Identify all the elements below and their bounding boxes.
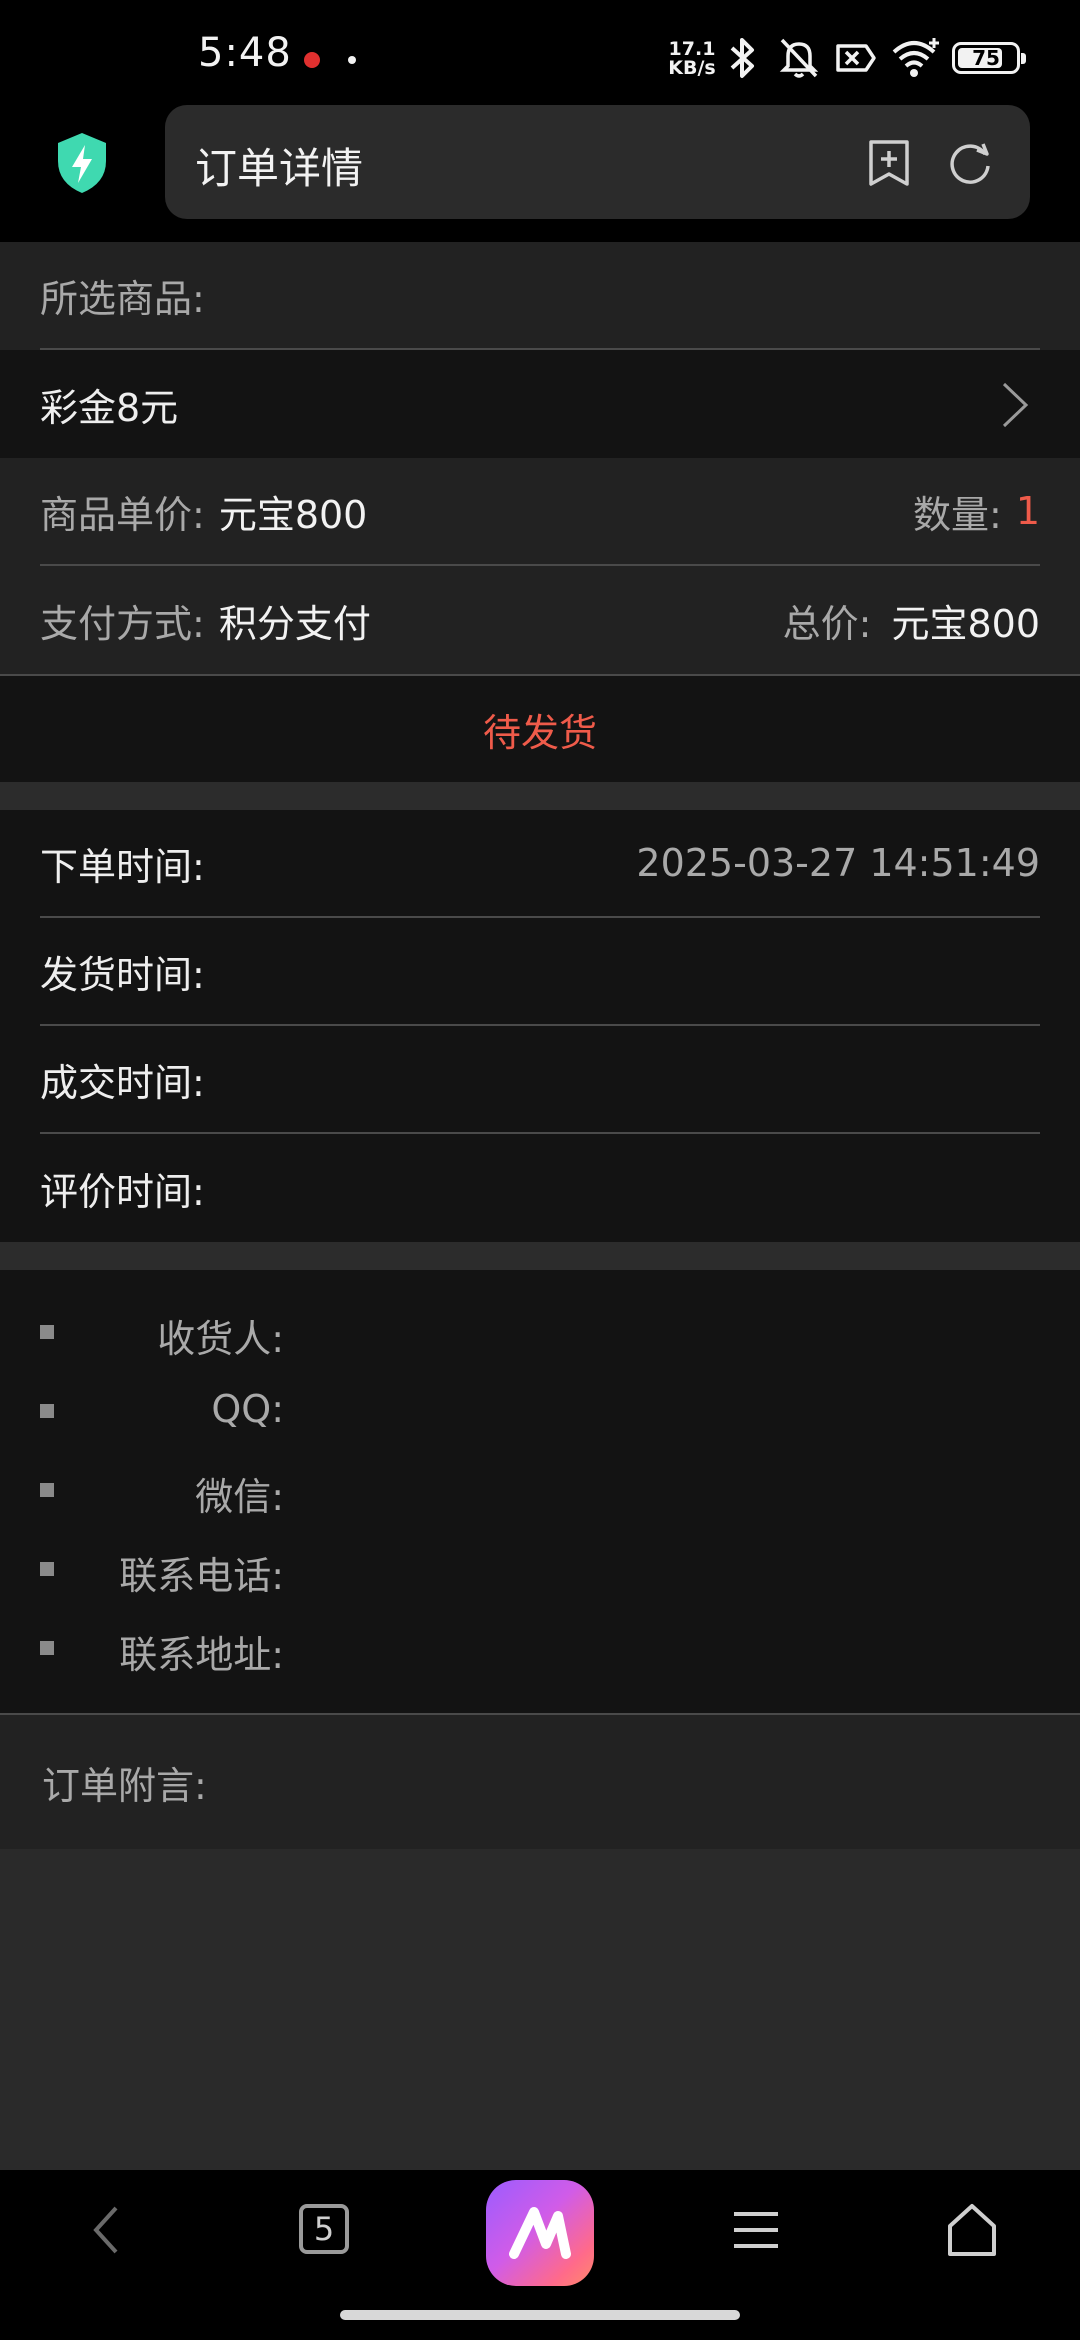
address-label: 联系地址: (119, 1633, 284, 1677)
page-title[interactable]: 订单详情 (195, 135, 363, 196)
selected-product-label: 所选商品: (40, 276, 205, 321)
chevron-right-icon[interactable] (1000, 382, 1030, 428)
home-icon[interactable] (946, 2200, 998, 2260)
status-time: 5:48 (198, 30, 292, 76)
product-section: 所选商品: (0, 242, 1080, 350)
list-item: QQ: (0, 1377, 1080, 1456)
total-group: 总价: 元宝800 (783, 566, 1040, 674)
bluetooth-icon (730, 38, 754, 78)
product-name[interactable]: 彩金8元 (40, 377, 178, 432)
notification-dot-icon (348, 56, 356, 64)
address-bar[interactable]: 订单详情 (165, 105, 1030, 219)
ship-time-label: 发货时间: (40, 952, 205, 997)
screen-record-icon (304, 52, 320, 68)
menu-icon[interactable] (730, 2200, 782, 2260)
order-time-label: 下单时间: (40, 844, 205, 889)
deal-time-label: 成交时间: (40, 1060, 205, 1105)
list-item: 微信: (0, 1456, 1080, 1535)
price-quantity-row: 商品单价: 元宝800 数量: 1 (40, 458, 1040, 566)
order-time-value: 2025-03-27 14:51:49 (636, 841, 1040, 885)
deal-time-row: 成交时间: (40, 1026, 1040, 1134)
receiver-label: 收货人: (157, 1317, 284, 1361)
quantity-label: 数量: (913, 492, 1002, 537)
qq-label: QQ: (211, 1387, 284, 1431)
phone-label: 联系电话: (119, 1554, 284, 1598)
security-shield-icon[interactable] (54, 131, 110, 195)
bullet-icon (40, 1562, 54, 1576)
tabs-button[interactable]: 5 (299, 2204, 349, 2254)
review-time-row: 评价时间: (40, 1134, 1040, 1242)
bullet-icon (40, 1483, 54, 1497)
pricing-section: 商品单价: 元宝800 数量: 1 支付方式: 积分支付 总价: 元宝800 (0, 458, 1080, 674)
section-divider (0, 782, 1080, 810)
home-indicator[interactable] (340, 2310, 740, 2320)
payment-method-label: 支付方式: (40, 601, 205, 646)
total-price-value: 元宝800 (891, 601, 1040, 646)
no-sim-icon (836, 44, 876, 72)
battery-level: 75 (972, 46, 1000, 70)
order-note-label: 订单附言: (42, 1763, 207, 1808)
wechat-label: 微信: (195, 1475, 284, 1519)
status-bar: 5:48 17.1 KB/s 75 (0, 0, 1080, 105)
payment-total-row: 支付方式: 积分支付 总价: 元宝800 (40, 566, 1040, 674)
wifi-icon (892, 38, 939, 77)
order-status-badge: 待发货 (482, 710, 597, 755)
product-item-row[interactable]: 彩金8元 (40, 350, 1040, 458)
battery-icon: 75 (952, 42, 1026, 74)
add-bookmark-icon[interactable] (865, 138, 913, 188)
bullet-icon (40, 1641, 54, 1655)
back-icon[interactable] (86, 2200, 126, 2260)
order-time-row: 下单时间: 2025-03-27 14:51:49 (40, 810, 1040, 918)
bullet-icon (40, 1404, 54, 1418)
ai-assistant-button[interactable] (486, 2180, 594, 2286)
bullet-icon (40, 1325, 54, 1339)
list-item: 联系电话: (0, 1535, 1080, 1614)
refresh-icon[interactable] (945, 138, 995, 188)
unit-price-label: 商品单价: (40, 492, 205, 537)
product-item-section: 彩金8元 (0, 350, 1080, 458)
ship-time-row: 发货时间: (40, 918, 1040, 1026)
order-status-bar: 待发货 (0, 674, 1080, 782)
list-item: 联系地址: (0, 1614, 1080, 1693)
contact-section: 收货人: QQ: 微信: 联系电话: 联系地址: (0, 1270, 1080, 1713)
selected-product-header: 所选商品: (40, 242, 1040, 350)
review-time-label: 评价时间: (40, 1169, 205, 1214)
ai-assistant-icon[interactable] (486, 2180, 594, 2286)
total-price-label: 总价: (782, 601, 872, 646)
section-divider (0, 1242, 1080, 1270)
payment-method-value: 积分支付 (218, 601, 371, 646)
order-detail-content: 所选商品: 彩金8元 商品单价: 元宝800 数量: 1 支付方式: 积分支付 … (0, 242, 1080, 1849)
unit-price-value: 元宝800 (218, 492, 368, 537)
quantity-group: 数量: 1 (913, 458, 1040, 564)
browser-toolbar: 订单详情 (0, 105, 1080, 242)
network-speed: 17.1 KB/s (664, 40, 720, 78)
quantity-value: 1 (1015, 489, 1040, 533)
order-note: 订单附言: (0, 1713, 1080, 1849)
network-speed-unit: KB/s (668, 57, 716, 79)
times-section: 下单时间: 2025-03-27 14:51:49 发货时间: 成交时间: 评价… (0, 810, 1080, 1242)
mute-vibrate-icon (779, 38, 819, 78)
list-item: 收货人: (0, 1298, 1080, 1377)
